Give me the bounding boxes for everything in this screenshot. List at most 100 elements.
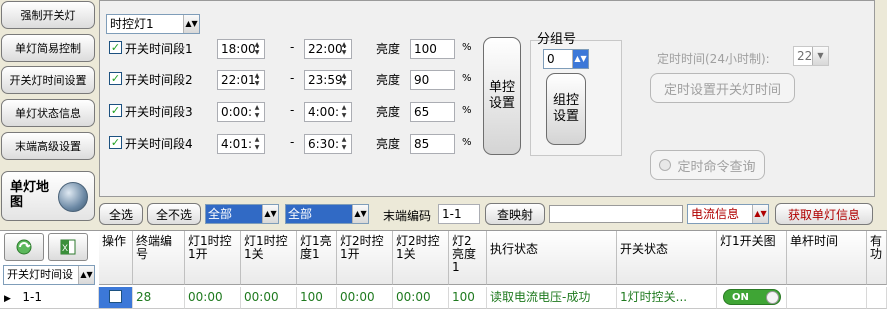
toggle-label: ON	[732, 292, 749, 303]
segment-4-on-time[interactable]: 4:01: ▲ ▼	[217, 134, 265, 154]
timer-hour-select[interactable]: 22 ▼	[793, 46, 829, 66]
mode-select-value: 时控灯1	[110, 17, 154, 31]
spinner-icon[interactable]: ▲▼	[251, 41, 263, 57]
on-time-value: 4:01:	[221, 137, 252, 151]
segment-4-checkbox[interactable]: ✓	[109, 136, 122, 149]
sidebar-item-force-switch[interactable]: 强制开关灯	[1, 1, 95, 29]
chevron-down-icon: ▼	[812, 47, 828, 65]
select-all-button[interactable]: 全选	[99, 203, 143, 225]
spinner-icon[interactable]: ▲▼	[338, 136, 350, 152]
segment-1-brightness[interactable]: 100	[410, 39, 455, 59]
percent-label: %	[462, 105, 472, 116]
timer-label: 定时时间(24小时制):	[657, 52, 770, 66]
segment-2-checkbox[interactable]: ✓	[109, 72, 122, 85]
column-header[interactable]: 操作	[99, 231, 133, 285]
lamp1-brightness-cell: 100	[297, 287, 337, 309]
column-header[interactable]: 灯1时控1开	[185, 231, 241, 285]
data-grid: X 开关灯时间设 ▲▼ 操作 终端编号 灯1时控1开 灯1时控1关 灯1亮度1 …	[0, 230, 887, 317]
progress-bar	[549, 205, 683, 223]
lamp2-brightness-cell: 100	[449, 287, 487, 309]
column-header[interactable]: 单杆时间	[787, 231, 867, 285]
row-select-checkbox-cell[interactable]	[99, 287, 133, 309]
sidebar-item-time-setting[interactable]: 开关灯时间设置	[1, 66, 95, 94]
timer-query-label: 定时命令查询	[677, 159, 756, 175]
lamp1-on-cell: 00:00	[185, 287, 241, 309]
brightness-value: 90	[414, 73, 430, 87]
terminal-cell: 28	[133, 287, 185, 309]
brightness-value: 100	[414, 42, 437, 56]
select-none-button[interactable]: 全不选	[147, 203, 201, 225]
refresh-button[interactable]	[4, 233, 44, 261]
column-header[interactable]: 有功	[867, 231, 887, 285]
info-type-select[interactable]: 电流信息 ▲▼	[687, 204, 769, 224]
segment-3-checkbox[interactable]: ✓	[109, 104, 122, 117]
filter-combo-2[interactable]: 全部 ▲▼	[285, 204, 369, 224]
segment-3-on-time[interactable]: 0:00: ▲ ▼	[217, 102, 265, 122]
grid-view-select[interactable]: 开关灯时间设 ▲▼	[3, 265, 95, 285]
lamp2-off-cell: 00:00	[393, 287, 449, 309]
timer-set-button[interactable]: 定时设置开关灯时间	[650, 73, 795, 103]
group-control-set-button[interactable]: 组控 设置	[546, 73, 586, 145]
export-excel-button[interactable]: X	[48, 233, 88, 261]
filter-combo-1-value: 全部	[208, 207, 233, 221]
column-header[interactable]: 灯2亮度1	[449, 231, 487, 285]
svg-text:X: X	[62, 243, 68, 253]
column-header[interactable]: 开关状态	[617, 231, 717, 285]
segment-4-label: 开关时间段4	[125, 137, 193, 151]
group-number-select[interactable]: 0 ▲▼	[543, 49, 589, 69]
sidebar-item-label: 单灯状态信息	[15, 107, 81, 120]
chevron-down-icon: ▲▼	[262, 205, 278, 223]
terminal-code-input[interactable]: 1-1	[438, 204, 480, 224]
column-header[interactable]: 灯2时控1关	[393, 231, 449, 285]
sidebar-item-label: 开关灯时间设置	[9, 74, 87, 87]
spinner-icon[interactable]: ▲▼	[572, 50, 588, 68]
map-query-button[interactable]: 查映射	[485, 203, 545, 225]
row-select-checkbox[interactable]	[109, 290, 122, 303]
exec-status-cell: 读取电流电压-成功	[487, 287, 617, 309]
percent-label: %	[462, 42, 472, 53]
column-header[interactable]: 灯1时控1关	[241, 231, 297, 285]
segment-4-off-time[interactable]: 6:30: ▲ ▼	[304, 134, 352, 154]
group-label: 分组号	[537, 32, 577, 47]
single-control-set-button[interactable]: 单控 设置	[483, 37, 521, 155]
switch-status-cell: 1灯时控关...	[617, 287, 717, 309]
segment-2-brightness[interactable]: 90	[410, 70, 455, 90]
segment-1-off-time[interactable]: 22:00: ▲ ▼	[304, 39, 352, 59]
segment-3-off-time[interactable]: 4:00: ▲ ▼	[304, 102, 352, 122]
excel-icon: X	[60, 239, 76, 255]
segment-2-off-time[interactable]: 23:59: ▲ ▼	[304, 70, 352, 90]
mode-select[interactable]: 时控灯1 ▲▼	[106, 14, 200, 34]
toggle-switch[interactable]: ON	[723, 289, 781, 305]
filter-combo-1[interactable]: 全部 ▲▼	[205, 204, 279, 224]
grid-view-value: 开关灯时间设	[7, 268, 73, 281]
brightness-label: 亮度	[376, 105, 401, 119]
map-button[interactable]: 单灯地图	[1, 171, 95, 221]
sidebar-item-simple-control[interactable]: 单灯简易控制	[1, 34, 95, 62]
spinner-icon[interactable]: ▲▼	[251, 136, 263, 152]
brightness-value: 85	[414, 137, 430, 151]
spinner-icon[interactable]: ▲▼	[251, 104, 263, 120]
info-type-value: 电流信息	[691, 207, 740, 221]
segment-1-checkbox[interactable]: ✓	[109, 41, 122, 54]
spinner-icon[interactable]: ▲▼	[338, 72, 350, 88]
row-header[interactable]: ▶ 1-1	[0, 287, 99, 309]
column-header[interactable]: 灯2时控1开	[337, 231, 393, 285]
column-header[interactable]: 终端编号	[133, 231, 185, 285]
segment-1-on-time[interactable]: 18:00: ▲ ▼	[217, 39, 265, 59]
row-pointer-icon: ▶	[4, 294, 11, 304]
chevron-down-icon: ▲▼	[752, 205, 768, 223]
segment-4-brightness[interactable]: 85	[410, 134, 455, 154]
spinner-icon[interactable]: ▲▼	[251, 72, 263, 88]
segment-2-label: 开关时间段2	[125, 73, 193, 87]
sidebar-item-advanced[interactable]: 末端高级设置	[1, 132, 95, 160]
column-header[interactable]: 灯1亮度1	[297, 231, 337, 285]
spinner-icon[interactable]: ▲▼	[338, 104, 350, 120]
timer-query-button[interactable]: 定时命令查询	[650, 150, 765, 180]
segment-3-brightness[interactable]: 65	[410, 102, 455, 122]
column-header[interactable]: 灯1开关图	[717, 231, 787, 285]
spinner-icon[interactable]: ▲▼	[338, 41, 350, 57]
segment-2-on-time[interactable]: 22:01: ▲ ▼	[217, 70, 265, 90]
sidebar-item-status-info[interactable]: 单灯状态信息	[1, 99, 95, 127]
fetch-lamp-info-button[interactable]: 获取单灯信息	[775, 203, 873, 225]
column-header[interactable]: 执行状态	[487, 231, 617, 285]
